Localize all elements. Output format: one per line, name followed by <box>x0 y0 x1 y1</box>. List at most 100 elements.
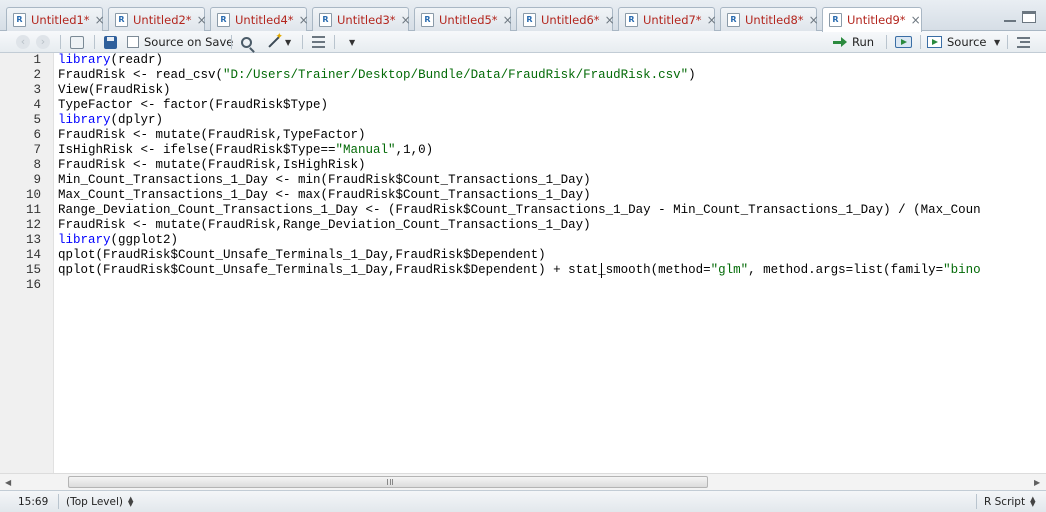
string-token: "bino <box>943 263 981 277</box>
close-icon[interactable]: × <box>911 13 921 27</box>
close-icon[interactable]: × <box>95 13 105 27</box>
code-line[interactable]: View(FraudRisk) <box>58 83 171 98</box>
line-number: 10 <box>25 188 41 202</box>
code-line[interactable]: library(dplyr) <box>58 113 163 128</box>
close-icon[interactable]: × <box>809 13 819 27</box>
line-number: 15 <box>25 263 41 277</box>
line-number: 11 <box>25 203 41 217</box>
tab-label: Untitled1* <box>31 12 90 27</box>
code-token: qplot(FraudRisk$Count_Unsafe_Terminals_1… <box>58 248 546 262</box>
save-button[interactable] <box>104 34 117 50</box>
show-in-window-button[interactable] <box>70 34 84 50</box>
back-button[interactable]: ‹ <box>16 34 30 50</box>
code-line[interactable]: library(ggplot2) <box>58 233 178 248</box>
tab-label: Untitled4* <box>235 12 294 27</box>
rerun-button[interactable] <box>895 34 912 50</box>
close-icon[interactable]: × <box>299 13 309 27</box>
source-on-save-checkbox[interactable] <box>127 36 139 48</box>
code-line[interactable]: FraudRisk <- read_csv("D:/Users/Trainer/… <box>58 68 696 83</box>
code-token: FraudRisk <- read_csv( <box>58 68 224 82</box>
code-line[interactable]: FraudRisk <- mutate(FraudRisk,IsHighRisk… <box>58 158 366 173</box>
save-icon <box>104 35 117 49</box>
tab-untitled7[interactable]: Untitled7* × <box>618 7 717 31</box>
editor-status-bar: 15:69 (Top Level) ▲ ▼ R Script ▲ ▼ <box>0 490 1046 512</box>
line-number: 9 <box>33 173 41 187</box>
tab-label: Untitled6* <box>541 12 600 27</box>
updown-icon: ▲ ▼ <box>127 495 134 508</box>
close-icon[interactable]: × <box>605 13 615 27</box>
code-token: ) <box>688 68 696 82</box>
toolbar-divider <box>1007 35 1008 49</box>
maximize-pane-icon[interactable] <box>1022 11 1036 23</box>
code-editor[interactable]: 1 2 3 4 5 6 7 8 9 10 11 12 13 14 15 16 library(readr) Fr… <box>0 53 1046 473</box>
line-number: 6 <box>33 128 41 142</box>
tab-untitled9[interactable]: Untitled9* × <box>822 7 922 32</box>
code-line[interactable]: FraudRisk <- mutate(FraudRisk,Range_Devi… <box>58 218 591 233</box>
code-line[interactable]: IsHighRisk <- ifelse(FraudRisk$Type=="Ma… <box>58 143 433 158</box>
minimize-pane-icon[interactable] <box>1003 11 1017 23</box>
r-script-icon <box>13 12 26 27</box>
back-arrow-icon: ‹ <box>16 35 30 49</box>
scroll-right-icon[interactable]: ▶ <box>1034 478 1040 487</box>
close-icon[interactable]: × <box>401 13 411 27</box>
code-line[interactable]: qplot(FraudRisk$Count_Unsafe_Terminals_1… <box>58 248 546 263</box>
string-token: "glm" <box>710 263 749 277</box>
chevron-down-icon: ▼ <box>349 37 356 47</box>
forward-button[interactable]: › <box>36 34 50 50</box>
line-number-gutter: 1 2 3 4 5 6 7 8 9 10 11 12 13 14 15 16 <box>0 53 54 473</box>
close-icon[interactable]: × <box>197 13 207 27</box>
compile-report-button[interactable] <box>312 34 325 50</box>
code-token: (dplyr) <box>110 113 164 127</box>
grip-icon <box>387 479 393 485</box>
keyword-token: library <box>58 53 111 67</box>
search-icon <box>241 36 252 48</box>
tab-untitled1[interactable]: Untitled1* × <box>6 7 105 31</box>
scope-selector[interactable]: (Top Level) ▲ ▼ <box>66 495 133 509</box>
file-type-label: R Script <box>984 496 1026 508</box>
close-icon[interactable]: × <box>707 13 717 27</box>
code-line[interactable]: Min_Count_Transactions_1_Day <- min(Frau… <box>58 173 591 188</box>
run-button[interactable]: Run <box>833 34 874 50</box>
close-icon[interactable]: × <box>503 13 513 27</box>
status-divider <box>976 494 977 509</box>
find-replace-button[interactable] <box>241 34 252 50</box>
code-line[interactable]: Range_Deviation_Count_Transactions_1_Day… <box>58 203 981 218</box>
line-number: 4 <box>33 98 41 112</box>
tab-label: Untitled5* <box>439 12 498 27</box>
tab-untitled3[interactable]: Untitled3* × <box>312 7 411 31</box>
tab-untitled6[interactable]: Untitled6* × <box>516 7 615 31</box>
editor-toolbar: ‹ › Source on Save ▼ ▼ Run Source <box>0 31 1046 53</box>
tab-untitled8[interactable]: Untitled8* × <box>720 7 819 31</box>
code-line[interactable]: qplot(FraudRisk$Count_Unsafe_Terminals_1… <box>58 263 981 278</box>
source-button[interactable]: Source <box>927 34 987 50</box>
r-script-icon <box>115 12 128 27</box>
line-number: 12 <box>25 218 41 232</box>
cursor-position: 15:69 <box>18 496 49 508</box>
code-token: (readr) <box>110 53 164 67</box>
source-on-save-toggle[interactable]: Source on Save <box>127 34 233 50</box>
toolbar-divider <box>231 35 232 49</box>
r-script-icon <box>421 12 434 27</box>
code-line[interactable]: TypeFactor <- factor(FraudRisk$Type) <box>58 98 328 113</box>
more-options-button[interactable]: ▼ <box>346 34 355 50</box>
tab-untitled4[interactable]: Untitled4* × <box>210 7 309 31</box>
tab-untitled2[interactable]: Untitled2* × <box>108 7 207 31</box>
code-line[interactable]: library(readr) <box>58 53 163 68</box>
line-number: 3 <box>33 83 41 97</box>
r-script-icon <box>829 13 842 27</box>
horizontal-scrollbar[interactable]: ◀ ▶ <box>0 473 1046 490</box>
source-options-dropdown[interactable]: ▼ <box>991 34 1000 50</box>
scroll-left-icon[interactable]: ◀ <box>5 478 11 487</box>
code-line[interactable]: FraudRisk <- mutate(FraudRisk,TypeFactor… <box>58 128 366 143</box>
code-token: ,1,0) <box>395 143 434 157</box>
document-outline-button[interactable] <box>1017 34 1030 50</box>
code-tools-button[interactable]: ▼ <box>266 32 291 50</box>
line-number: 7 <box>33 143 41 157</box>
source-label: Source <box>947 35 987 49</box>
file-type-selector[interactable]: R Script ▲ ▼ <box>984 495 1035 509</box>
tab-untitled5[interactable]: Untitled5* × <box>414 7 513 31</box>
line-number: 16 <box>25 278 41 292</box>
code-line[interactable]: Max_Count_Transactions_1_Day <- max(Frau… <box>58 188 591 203</box>
scrollbar-thumb[interactable] <box>68 476 708 488</box>
status-divider <box>58 494 59 509</box>
